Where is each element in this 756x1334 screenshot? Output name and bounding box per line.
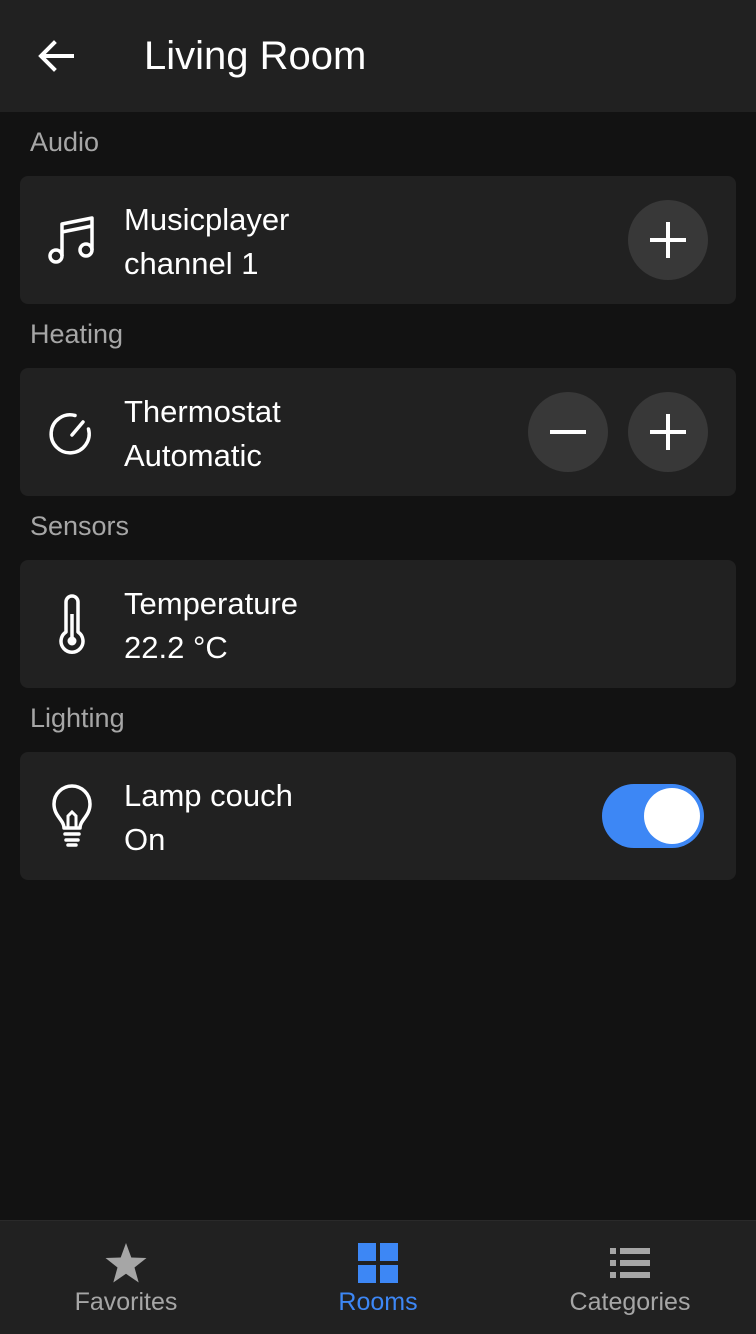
device-name: Temperature [124, 586, 299, 621]
increase-button[interactable] [628, 200, 708, 280]
bottom-navigation: Favorites Rooms Categories [0, 1220, 756, 1334]
device-state: 22.2 °C [124, 630, 228, 665]
device-name: Lamp couch [124, 778, 293, 813]
nav-label: Rooms [338, 1288, 418, 1316]
page-title: Living Room [144, 34, 367, 78]
decrease-button[interactable] [528, 392, 608, 472]
device-state: On [124, 822, 166, 857]
app-bar: Living Room [0, 0, 756, 112]
star-icon [0, 1241, 252, 1285]
arrow-left-icon [38, 40, 74, 72]
gauge-icon [44, 400, 100, 464]
section-label-lighting: Lighting [30, 703, 125, 733]
thermometer-icon [44, 592, 100, 656]
nav-label: Favorites [74, 1288, 178, 1316]
grid-icon [252, 1241, 504, 1285]
device-card-musicplayer: Musicplayer channel 1 [20, 176, 736, 304]
device-card-thermostat: Thermostat Automatic [20, 368, 736, 496]
back-button[interactable] [28, 28, 84, 84]
app-screen: Living Room Audio Musicplayer channel 1 … [0, 0, 756, 1334]
plus-icon [650, 222, 686, 258]
nav-item-favorites[interactable]: Favorites [0, 1221, 252, 1334]
music-note-icon [44, 208, 100, 272]
list-icon [504, 1241, 756, 1285]
section-label-sensors: Sensors [30, 511, 130, 541]
nav-label: Categories [569, 1288, 691, 1316]
toggle-thumb [644, 788, 700, 844]
lightbulb-icon [44, 784, 100, 848]
device-card-temperature: Temperature 22.2 °C [20, 560, 736, 688]
device-card-lamp-couch: Lamp couch On [20, 752, 736, 880]
device-name: Thermostat [124, 394, 281, 429]
minus-icon [550, 430, 586, 434]
nav-item-categories[interactable]: Categories [504, 1221, 756, 1334]
device-name: Musicplayer [124, 202, 290, 237]
section-label-audio: Audio [30, 127, 100, 157]
section-label-heating: Heating [30, 319, 124, 349]
nav-item-rooms[interactable]: Rooms [252, 1221, 504, 1334]
increase-button[interactable] [628, 392, 708, 472]
lamp-toggle-switch[interactable] [602, 784, 704, 848]
plus-icon [650, 414, 686, 450]
device-state: Automatic [124, 438, 262, 473]
device-state: channel 1 [124, 246, 259, 281]
